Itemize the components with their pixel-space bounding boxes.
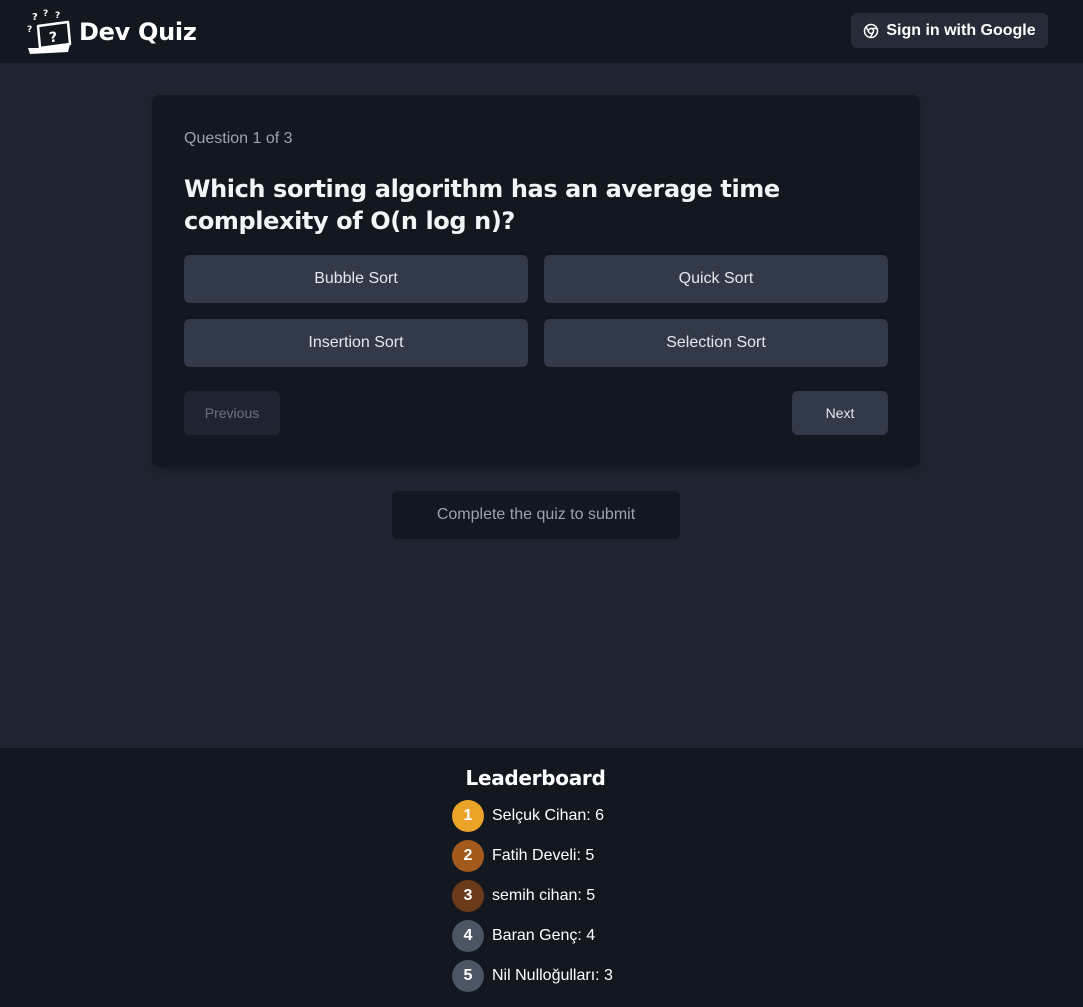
leaderboard-entry-text: Selçuk Cihan: 6: [492, 807, 605, 824]
svg-text:?: ?: [43, 9, 48, 19]
question-card: Question 1 of 3 Which sorting algorithm …: [152, 95, 920, 467]
leaderboard-entry-text: Fatih Develi: 5: [492, 847, 595, 864]
leaderboard-entry: 1 Selçuk Cihan: 6: [452, 800, 613, 832]
question-text: Which sorting algorithm has an average t…: [184, 175, 780, 235]
svg-text:?: ?: [55, 11, 60, 21]
leaderboard-entry-text: semih cihan: 5: [492, 887, 596, 904]
svg-text:?: ?: [32, 12, 38, 23]
rank-badge: 1: [452, 800, 484, 832]
chrome-icon: [864, 23, 879, 38]
rank-badge: 5: [452, 960, 484, 992]
leaderboard-entry: 2 Fatih Develi: 5: [452, 840, 613, 872]
sign-in-label: Sign in with Google: [886, 21, 1036, 39]
previous-button[interactable]: Previous: [184, 391, 280, 435]
leaderboard-entry: 3 semih cihan: 5: [452, 880, 613, 912]
top-bar: ? ? ? ? ? Dev Quiz Sign in with Google: [0, 0, 1083, 63]
brand[interactable]: ? ? ? ? ? Dev Quiz: [24, 8, 197, 56]
laptop-question-logo-icon: ? ? ? ? ?: [27, 9, 72, 54]
leaderboard-section: Leaderboard 1 Selçuk Cihan: 6 2 Fatih De…: [0, 748, 1083, 1007]
rank-badge: 4: [452, 920, 484, 952]
leaderboard-entry: 4 Baran Genç: 4: [452, 920, 613, 952]
app-title: Dev Quiz: [79, 18, 197, 46]
rank-badge: 2: [452, 840, 484, 872]
leaderboard-entry-text: Nil Nulloğulları: 3: [492, 967, 613, 984]
question-counter: Question 1 of 3: [184, 130, 293, 147]
option-bubble-sort-button[interactable]: Bubble Sort: [184, 255, 528, 303]
svg-text:?: ?: [48, 29, 58, 46]
sign-in-with-google-button[interactable]: Sign in with Google: [851, 13, 1048, 48]
submit-quiz-button[interactable]: Complete the quiz to submit: [392, 491, 680, 539]
rank-badge: 3: [452, 880, 484, 912]
leaderboard-entry: 5 Nil Nulloğulları: 3: [452, 960, 613, 992]
next-button[interactable]: Next: [792, 391, 888, 435]
option-insertion-sort-button[interactable]: Insertion Sort: [184, 319, 528, 367]
svg-text:?: ?: [27, 25, 32, 35]
option-quick-sort-button[interactable]: Quick Sort: [544, 255, 888, 303]
leaderboard-list: 1 Selçuk Cihan: 6 2 Fatih Develi: 5 3 se…: [452, 800, 613, 1000]
leaderboard-entry-text: Baran Genç: 4: [492, 927, 596, 944]
option-selection-sort-button[interactable]: Selection Sort: [544, 319, 888, 367]
leaderboard-title: Leaderboard: [465, 766, 606, 790]
